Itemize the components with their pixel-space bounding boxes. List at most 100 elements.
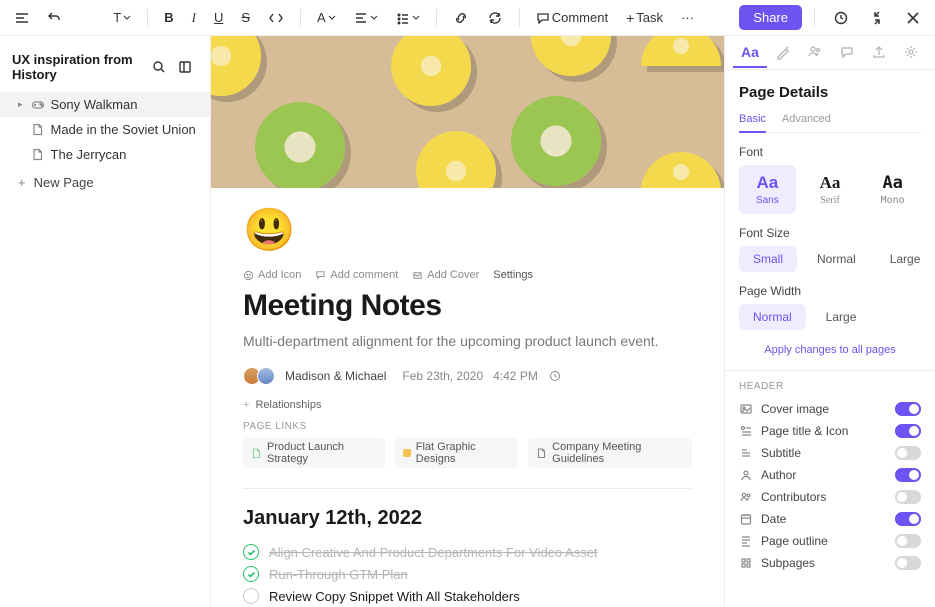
code-button[interactable] bbox=[262, 6, 290, 30]
font-size-option[interactable]: Small bbox=[739, 246, 797, 272]
share-button[interactable]: Share bbox=[739, 5, 802, 30]
strike-button[interactable]: S bbox=[235, 6, 256, 29]
page-subtitle[interactable]: Multi-department alignment for the upcom… bbox=[243, 333, 692, 349]
gamepad-icon bbox=[31, 98, 45, 112]
toggle-row: Author bbox=[739, 464, 921, 486]
toggle-switch[interactable] bbox=[895, 468, 921, 482]
page-emoji[interactable]: 😃 bbox=[243, 206, 692, 255]
add-icon-button[interactable]: Add Icon bbox=[243, 269, 301, 281]
page-width-option[interactable]: Large bbox=[812, 304, 871, 330]
sidebar-panel-button[interactable] bbox=[172, 56, 198, 78]
section-heading[interactable]: January 12th, 2022 bbox=[243, 507, 692, 530]
advanced-tab[interactable]: Advanced bbox=[782, 113, 831, 132]
page-link-chip[interactable]: Flat Graphic Designs bbox=[395, 438, 518, 468]
checklist-item[interactable]: Run-Through GTM Plan bbox=[243, 566, 692, 582]
page-link-chip[interactable]: Company Meeting Guidelines bbox=[528, 438, 692, 468]
underline-button[interactable]: U bbox=[208, 6, 229, 29]
page-width-option[interactable]: Normal bbox=[739, 304, 806, 330]
relationships-row[interactable]: +Relationships bbox=[243, 399, 692, 411]
page-icon bbox=[31, 148, 45, 162]
italic-button[interactable]: I bbox=[186, 6, 202, 30]
subpages-icon bbox=[739, 556, 753, 570]
refresh-button[interactable] bbox=[481, 6, 509, 30]
font-option[interactable]: AaSerif bbox=[802, 165, 859, 214]
new-page-button[interactable]: +New Page bbox=[0, 167, 210, 198]
add-comment-button[interactable]: Add comment bbox=[315, 269, 398, 281]
page-link-chip[interactable]: Product Launch Strategy bbox=[243, 438, 385, 468]
font-size-option[interactable]: Large bbox=[876, 246, 935, 272]
author-name: Madison & Michael bbox=[285, 369, 386, 383]
bold-button[interactable]: B bbox=[158, 6, 179, 29]
page-title[interactable]: Meeting Notes bbox=[243, 289, 692, 323]
toggle-row: Subtitle bbox=[739, 442, 921, 464]
undo-icon bbox=[46, 10, 62, 26]
sidebar-search-button[interactable] bbox=[146, 56, 172, 78]
basic-tab[interactable]: Basic bbox=[739, 113, 766, 133]
details-tab-comments[interactable] bbox=[831, 38, 863, 68]
checkbox[interactable] bbox=[243, 588, 259, 604]
toggle-switch[interactable] bbox=[895, 490, 921, 504]
more-button[interactable]: ··· bbox=[675, 6, 700, 29]
toggle-switch[interactable] bbox=[895, 446, 921, 460]
page-links-label: PAGE LINKS bbox=[243, 421, 692, 432]
toggle-switch[interactable] bbox=[895, 534, 921, 548]
page-width-label: Page Width bbox=[739, 284, 921, 298]
toggle-row: Date bbox=[739, 508, 921, 530]
details-tab-export[interactable] bbox=[863, 38, 895, 68]
toggle-row: Page title & Icon bbox=[739, 420, 921, 442]
details-panel: Aa Page Details Basic Advanced Font AaSa… bbox=[724, 36, 935, 607]
workspace-title: UX inspiration from History bbox=[12, 52, 146, 82]
font-option[interactable]: AaSans bbox=[739, 165, 796, 214]
toggle-row: Page outline bbox=[739, 530, 921, 552]
details-title: Page Details bbox=[739, 84, 921, 101]
title-icon bbox=[739, 424, 753, 438]
list-dropdown[interactable] bbox=[390, 7, 426, 29]
apply-all-button[interactable]: Apply changes to all pages bbox=[739, 344, 921, 356]
add-cover-button[interactable]: Add Cover bbox=[412, 269, 479, 281]
checklist-item[interactable]: Review Copy Snippet With All Stakeholder… bbox=[243, 588, 692, 604]
back-button[interactable] bbox=[40, 6, 68, 30]
link-button[interactable] bbox=[447, 6, 475, 30]
toggle-switch[interactable] bbox=[895, 512, 921, 526]
user-icon bbox=[739, 468, 753, 482]
toggle-switch[interactable] bbox=[895, 424, 921, 438]
sidebar: UX inspiration from History ▸Sony Walkma… bbox=[0, 36, 211, 607]
page-date: Feb 23th, 2020 bbox=[402, 369, 483, 383]
topbar: T B I U S A Comment +Task ··· Share bbox=[0, 0, 935, 36]
cover-image bbox=[211, 36, 724, 188]
collapse-button[interactable] bbox=[863, 6, 891, 30]
calendar-icon bbox=[739, 512, 753, 526]
checkbox[interactable] bbox=[243, 566, 259, 582]
task-button[interactable]: +Task bbox=[620, 6, 669, 30]
text-style-dropdown[interactable]: T bbox=[107, 6, 137, 29]
users-icon bbox=[739, 490, 753, 504]
sidebar-item[interactable]: ▸The Jerrycan bbox=[0, 142, 210, 167]
history-button[interactable] bbox=[827, 6, 855, 30]
page-icon bbox=[251, 448, 262, 459]
details-tab-text[interactable]: Aa bbox=[733, 38, 767, 68]
header-section-label: HEADER bbox=[739, 381, 921, 392]
font-option[interactable]: AaMono bbox=[864, 165, 921, 214]
details-tab-styles[interactable] bbox=[767, 38, 799, 68]
toggle-row: Cover image bbox=[739, 398, 921, 420]
align-dropdown[interactable] bbox=[348, 7, 384, 29]
sidebar-item[interactable]: ▸Made in the Soviet Union bbox=[0, 117, 210, 142]
document-scroll[interactable]: 😃 Add Icon Add comment Add Cover Setting… bbox=[211, 36, 724, 607]
comment-button[interactable]: Comment bbox=[530, 6, 614, 29]
sidebar-item[interactable]: ▸Sony Walkman bbox=[0, 92, 210, 117]
subtitle-icon bbox=[739, 446, 753, 460]
checklist-item[interactable]: Align Creative And Product Departments F… bbox=[243, 544, 692, 560]
menu-button[interactable] bbox=[8, 6, 36, 30]
checkbox[interactable] bbox=[243, 544, 259, 560]
page-icon bbox=[31, 123, 45, 137]
text-color-dropdown[interactable]: A bbox=[311, 6, 342, 29]
toggle-row: Subpages bbox=[739, 552, 921, 574]
close-button[interactable] bbox=[899, 6, 927, 30]
font-label: Font bbox=[739, 145, 921, 159]
details-tab-settings[interactable] bbox=[895, 38, 927, 68]
page-settings-button[interactable]: Settings bbox=[493, 269, 533, 281]
toggle-switch[interactable] bbox=[895, 556, 921, 570]
details-tab-people[interactable] bbox=[799, 38, 831, 68]
font-size-option[interactable]: Normal bbox=[803, 246, 870, 272]
toggle-switch[interactable] bbox=[895, 402, 921, 416]
